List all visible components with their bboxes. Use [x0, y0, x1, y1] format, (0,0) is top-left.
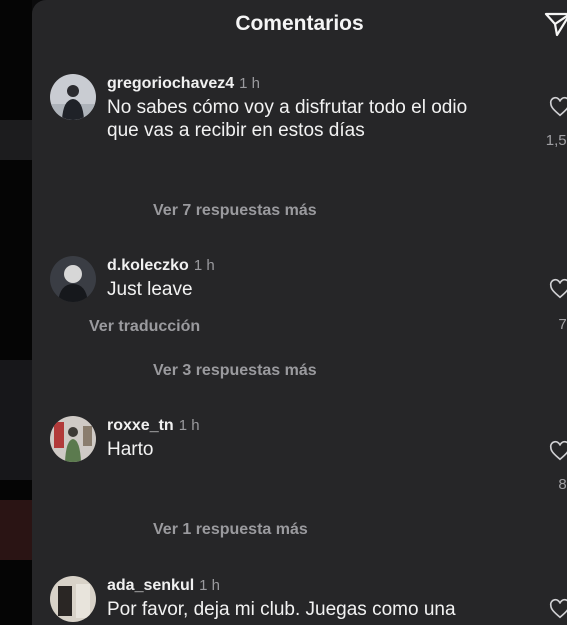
comment-time: 1 h [239, 75, 261, 92]
like-count: 70 [558, 316, 567, 333]
comment-body: gregoriochavez4 1 h No sabes cómo voy a d… [107, 74, 537, 142]
comment-body: ada_senkul 1 h Por favor, deja mi club. J… [107, 576, 537, 621]
comment-username[interactable]: roxxe_tn [107, 417, 174, 434]
heart-icon[interactable] [549, 96, 567, 118]
background-shape [0, 500, 32, 560]
comment-username[interactable]: gregoriochavez4 [107, 75, 234, 92]
avatar[interactable] [50, 256, 96, 302]
comment-username[interactable]: ada_senkul [107, 577, 194, 594]
comment-time: 1 h [199, 577, 221, 594]
like-count: 87 [558, 476, 567, 493]
avatar[interactable] [50, 416, 96, 462]
comments-sheet: Comentarios gregoriochavez4 1 h No sabes … [32, 0, 567, 625]
heart-icon[interactable] [549, 440, 567, 462]
comment-text: Por favor, deja mi club. Juegas como una [107, 599, 456, 620]
comment-body: roxxe_tn 1 h Harto [107, 416, 537, 461]
background-video-strip [0, 0, 32, 625]
avatar[interactable] [50, 74, 96, 120]
view-replies-link[interactable]: Ver 3 respuestas más [153, 362, 317, 380]
view-replies-link[interactable]: Ver 1 respuesta más [153, 521, 308, 539]
avatar[interactable] [50, 576, 96, 622]
comment-body: d.koleczko 1 h Just leave [107, 256, 537, 301]
comment-text: No sabes cómo voy a disfrutar todo el od… [107, 97, 468, 141]
background-shape [0, 360, 32, 480]
comment-time: 1 h [178, 417, 200, 434]
comment-text: Just leave [107, 279, 193, 300]
heart-icon[interactable] [549, 598, 567, 620]
background-shape [0, 120, 32, 160]
view-replies-link[interactable]: Ver 7 respuestas más [153, 202, 317, 220]
like-count: 1,53 [545, 132, 567, 149]
comment-text: Harto [107, 439, 154, 460]
send-icon[interactable] [543, 8, 567, 38]
sheet-title: Comentarios [235, 12, 364, 35]
heart-icon[interactable] [549, 278, 567, 300]
comment-time: 1 h [193, 257, 215, 274]
translate-link[interactable]: Ver traducción [89, 318, 200, 336]
comment-username[interactable]: d.koleczko [107, 257, 189, 274]
